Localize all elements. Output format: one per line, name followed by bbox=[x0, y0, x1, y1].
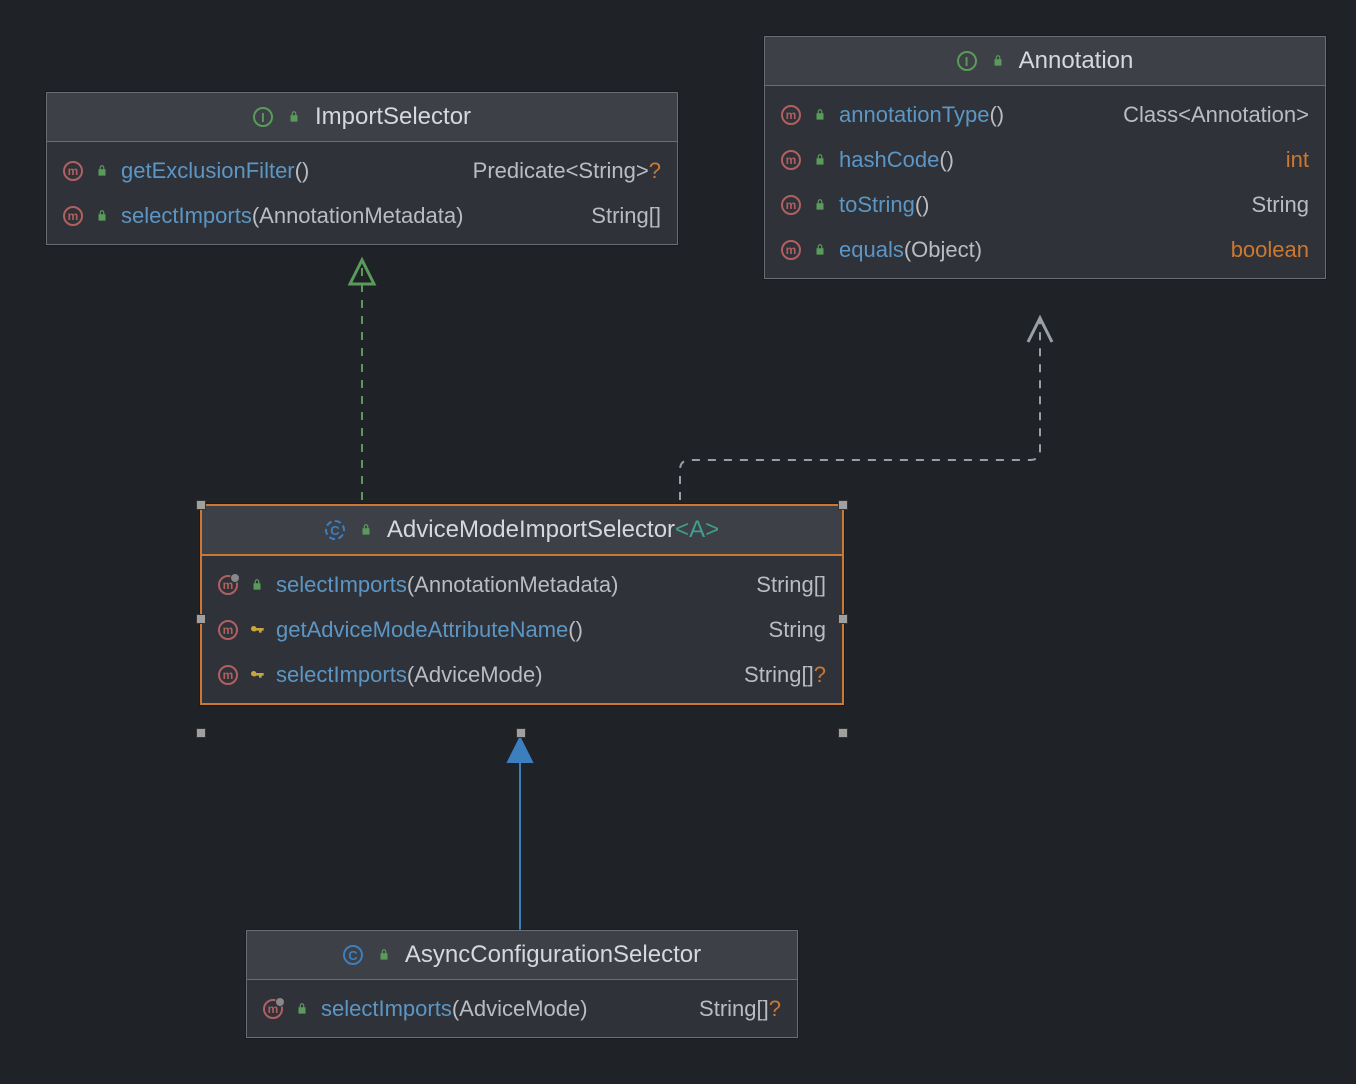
lock-icon bbox=[291, 998, 313, 1020]
resize-handle[interactable] bbox=[196, 728, 206, 738]
class-name: AdviceModeImportSelector<A> bbox=[387, 516, 719, 544]
member-name: toString bbox=[839, 192, 915, 217]
member-row[interactable]: m toString() String bbox=[765, 182, 1325, 227]
class-name: AsyncConfigurationSelector bbox=[405, 941, 701, 969]
method-override-icon: m bbox=[263, 999, 283, 1019]
member-row[interactable]: m selectImports(AdviceMode) String[]? bbox=[247, 986, 797, 1031]
lock-icon bbox=[355, 519, 377, 541]
lock-icon bbox=[809, 239, 831, 261]
node-title: I ImportSelector bbox=[47, 93, 677, 142]
abstract-class-icon: C bbox=[325, 520, 345, 540]
return-type: Class<Annotation> bbox=[1123, 98, 1309, 131]
return-type: boolean bbox=[1231, 233, 1309, 266]
lock-icon bbox=[809, 149, 831, 171]
lock-icon bbox=[91, 160, 113, 182]
method-icon: m bbox=[218, 620, 238, 640]
node-title: C AsyncConfigurationSelector bbox=[247, 931, 797, 980]
method-icon: m bbox=[781, 105, 801, 125]
resize-handle[interactable] bbox=[516, 728, 526, 738]
node-title: I Annotation bbox=[765, 37, 1325, 86]
lock-icon bbox=[91, 205, 113, 227]
interface-icon: I bbox=[957, 51, 977, 71]
member-row[interactable]: m selectImports(AnnotationMetadata) Stri… bbox=[47, 193, 677, 238]
node-async-configuration-selector[interactable]: C AsyncConfigurationSelector m selectImp… bbox=[246, 930, 798, 1038]
method-icon: m bbox=[781, 240, 801, 260]
return-type: String[]? bbox=[744, 658, 826, 691]
node-annotation[interactable]: I Annotation m annotationType() Class<An… bbox=[764, 36, 1326, 279]
method-icon: m bbox=[781, 195, 801, 215]
method-icon: m bbox=[781, 150, 801, 170]
interface-icon: I bbox=[253, 107, 273, 127]
resize-handle[interactable] bbox=[838, 500, 848, 510]
node-import-selector[interactable]: I ImportSelector m getExclusionFilter() … bbox=[46, 92, 678, 245]
lock-icon bbox=[809, 194, 831, 216]
member-name: getExclusionFilter bbox=[121, 158, 295, 183]
member-name: selectImports bbox=[321, 996, 452, 1021]
lock-icon bbox=[283, 106, 305, 128]
return-type: String bbox=[769, 613, 826, 646]
member-name: equals bbox=[839, 237, 904, 262]
method-icon: m bbox=[63, 206, 83, 226]
member-name: annotationType bbox=[839, 102, 989, 127]
return-type: String[] bbox=[756, 568, 826, 601]
class-name: Annotation bbox=[1019, 47, 1134, 75]
return-type: String[] bbox=[591, 199, 661, 232]
edge-depends bbox=[680, 320, 1040, 500]
node-advice-mode-import-selector[interactable]: C AdviceModeImportSelector<A> m selectIm… bbox=[200, 504, 844, 705]
member-row[interactable]: m selectImports(AdviceMode) String[]? bbox=[202, 652, 842, 697]
method-icon: m bbox=[218, 665, 238, 685]
member-row[interactable]: m equals(Object) boolean bbox=[765, 227, 1325, 272]
return-type: String bbox=[1252, 188, 1309, 221]
class-icon: C bbox=[343, 945, 363, 965]
member-name: selectImports bbox=[121, 203, 252, 228]
member-row[interactable]: m hashCode() int bbox=[765, 137, 1325, 182]
member-list: m annotationType() Class<Annotation> m h… bbox=[765, 86, 1325, 278]
member-list: m getExclusionFilter() Predicate<String>… bbox=[47, 142, 677, 244]
member-row[interactable]: m selectImports(AnnotationMetadata) Stri… bbox=[202, 562, 842, 607]
return-type: Predicate<String>? bbox=[473, 154, 661, 187]
diagram-canvas[interactable]: I ImportSelector m getExclusionFilter() … bbox=[0, 0, 1356, 1084]
resize-handle[interactable] bbox=[838, 614, 848, 624]
method-icon: m bbox=[63, 161, 83, 181]
resize-handle[interactable] bbox=[838, 728, 848, 738]
resize-handle[interactable] bbox=[196, 614, 206, 624]
member-list: m selectImports(AnnotationMetadata) Stri… bbox=[202, 556, 842, 703]
class-name: ImportSelector bbox=[315, 103, 471, 131]
member-row[interactable]: m getExclusionFilter() Predicate<String>… bbox=[47, 148, 677, 193]
return-type: String[]? bbox=[699, 992, 781, 1025]
lock-icon bbox=[987, 50, 1009, 72]
lock-icon bbox=[809, 104, 831, 126]
member-name: selectImports bbox=[276, 662, 407, 687]
member-row[interactable]: m annotationType() Class<Annotation> bbox=[765, 92, 1325, 137]
member-list: m selectImports(AdviceMode) String[]? bbox=[247, 980, 797, 1037]
lock-icon bbox=[373, 944, 395, 966]
key-icon bbox=[246, 619, 268, 641]
lock-icon bbox=[246, 574, 268, 596]
key-icon bbox=[246, 664, 268, 686]
member-name: getAdviceModeAttributeName bbox=[276, 617, 568, 642]
return-type: int bbox=[1286, 143, 1309, 176]
member-row[interactable]: m getAdviceModeAttributeName() String bbox=[202, 607, 842, 652]
method-override-icon: m bbox=[218, 575, 238, 595]
member-name: hashCode bbox=[839, 147, 939, 172]
member-name: selectImports bbox=[276, 572, 407, 597]
resize-handle[interactable] bbox=[196, 500, 206, 510]
node-title: C AdviceModeImportSelector<A> bbox=[202, 506, 842, 556]
